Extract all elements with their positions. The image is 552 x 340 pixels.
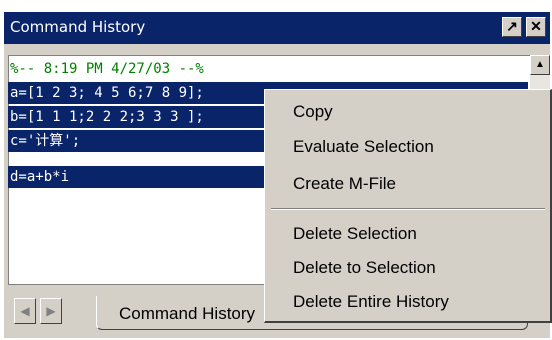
tab-label: Command History — [119, 304, 256, 323]
menu-item-delete-entire-history[interactable]: Delete Entire History — [293, 291, 449, 313]
context-menu: Copy Evaluate Selection Create M-File De… — [264, 89, 552, 323]
undock-icon[interactable]: ↗ — [502, 17, 522, 37]
window-title: Command History — [10, 18, 146, 36]
scroll-up-icon[interactable]: ▲ — [530, 55, 550, 75]
menu-item-delete-to-selection[interactable]: Delete to Selection — [293, 257, 436, 279]
history-session-header[interactable]: %-- 8:19 PM 4/27/03 --% — [10, 58, 204, 80]
menu-item-create-m-file[interactable]: Create M-File — [293, 173, 396, 195]
menu-item-evaluate-selection[interactable]: Evaluate Selection — [293, 136, 434, 158]
tab-left-icon[interactable]: ◀ — [14, 298, 36, 324]
tab-right-icon[interactable]: ▶ — [40, 298, 62, 324]
close-icon[interactable]: ✕ — [526, 17, 546, 37]
menu-separator — [271, 208, 545, 210]
menu-item-delete-selection[interactable]: Delete Selection — [293, 223, 417, 245]
title-bar[interactable]: Command History ↗ ✕ — [4, 12, 550, 44]
menu-item-copy[interactable]: Copy — [293, 101, 333, 123]
